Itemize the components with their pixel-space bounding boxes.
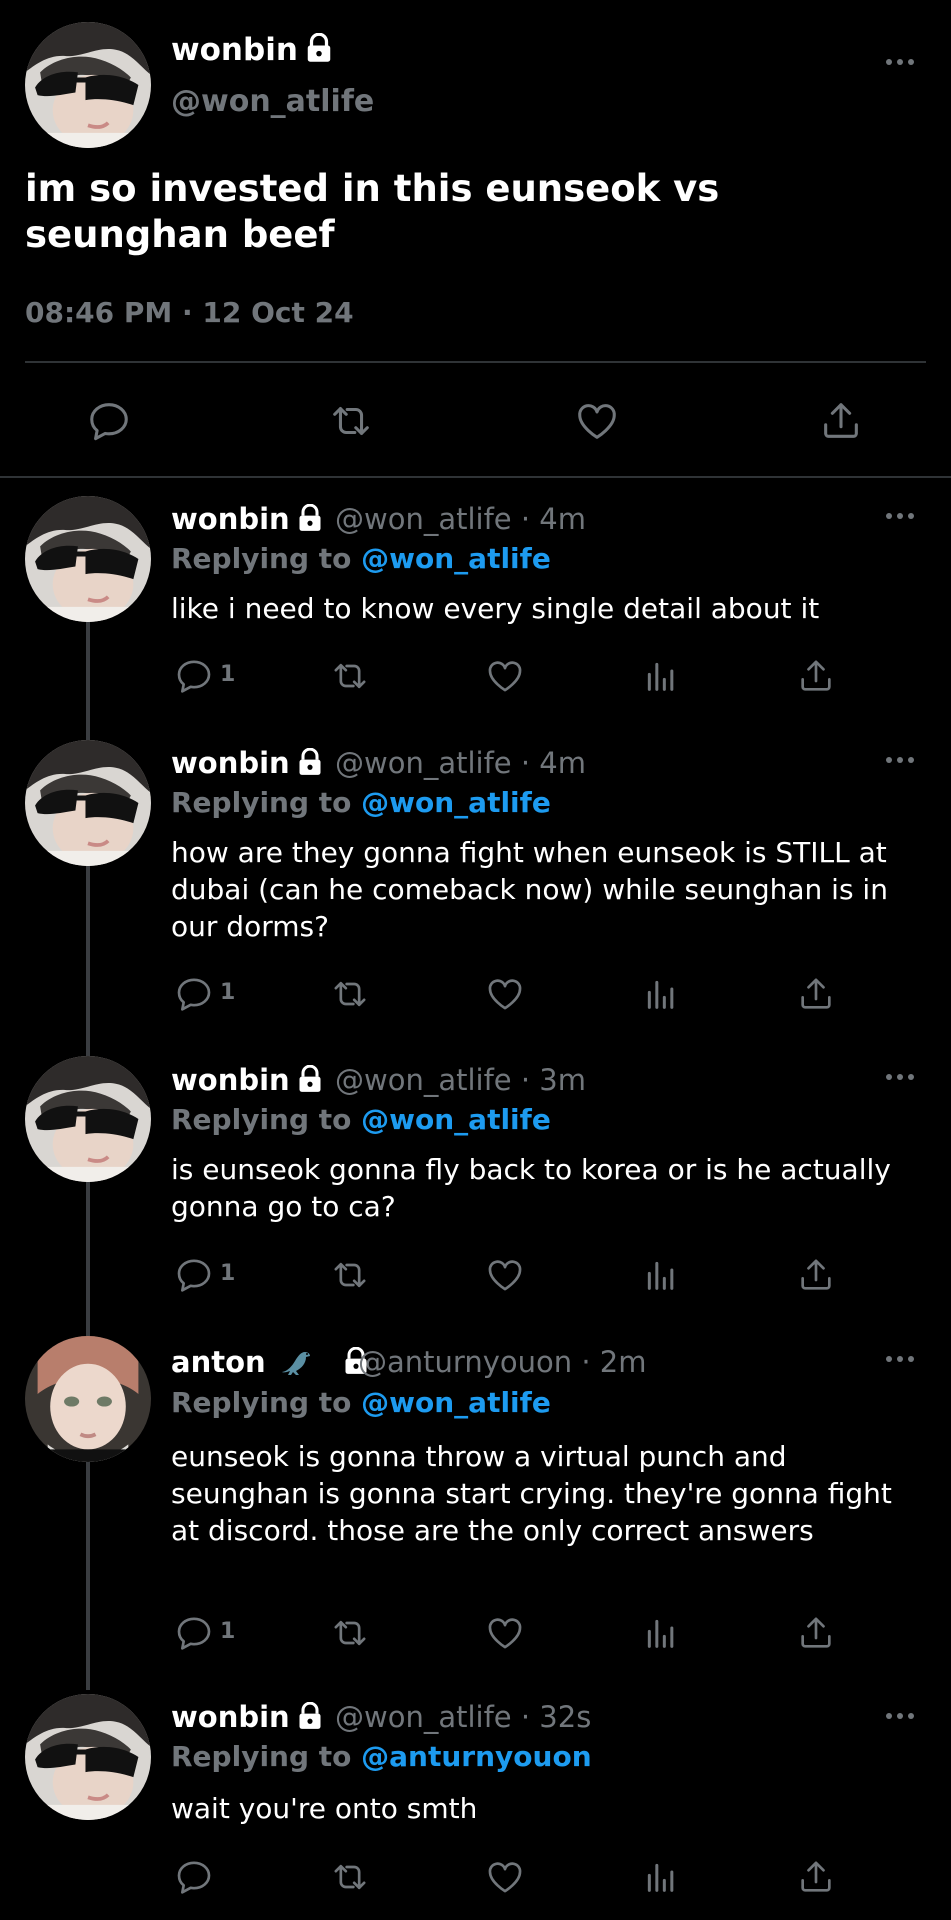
like-icon[interactable] [485,1255,525,1295]
reply-text: wait you're onto smth [171,1792,478,1825]
dinosaur-emoji [281,1352,310,1375]
replying-to: Replying to @won_atlife [171,1386,551,1419]
more-icon[interactable] [884,510,916,522]
replying-to: Replying to @won_atlife [171,1103,551,1136]
more-icon[interactable] [884,56,916,68]
display-name[interactable]: wonbin [171,746,290,780]
handle-time[interactable]: @won_atlife · 4m [335,502,586,536]
share-icon[interactable] [818,398,864,444]
views-icon[interactable] [641,1255,681,1295]
replying-to: Replying to @won_atlife [171,542,551,575]
more-icon[interactable] [884,754,916,766]
reply-text: eunseok is gonna throw a virtual punch a… [171,1440,892,1547]
reply-count: 1 [220,1619,236,1644]
display-name[interactable]: anton [171,1345,266,1379]
retweet-icon[interactable] [330,1613,370,1653]
reply-count: 1 [220,980,236,1005]
avatar[interactable] [25,740,151,866]
reply-text: like i need to know every single detail … [171,592,820,625]
handle[interactable]: @won_atlife [171,84,374,119]
reply-text: is eunseok gonna fly back to korea or is… [171,1153,891,1223]
divider [25,361,926,363]
share-icon[interactable] [796,974,836,1014]
reply-text: how are they gonna fight when eunseok is… [171,836,888,943]
reply-icon[interactable] [174,974,214,1014]
reply-icon[interactable] [174,656,214,696]
display-name[interactable]: wonbin [171,1700,290,1734]
lock-icon [304,33,334,63]
like-icon[interactable] [485,974,525,1014]
display-name[interactable]: wonbin [171,32,298,68]
mention-link[interactable]: @won_atlife [361,786,551,819]
share-icon[interactable] [796,1857,836,1897]
more-icon[interactable] [884,1353,916,1365]
reply-icon[interactable] [174,1613,214,1653]
lock-icon [296,748,324,776]
display-name[interactable]: wonbin [171,502,290,536]
like-icon[interactable] [485,1857,525,1897]
retweet-icon[interactable] [330,656,370,696]
avatar[interactable] [25,1056,151,1182]
mention-link[interactable]: @won_atlife [361,1386,551,1419]
mention-link[interactable]: @anturnyouon [361,1740,591,1773]
more-icon[interactable] [884,1710,916,1722]
handle-time[interactable]: @anturnyouon · 2m [358,1345,646,1379]
handle-time[interactable]: @won_atlife · 32s [335,1700,591,1734]
views-icon[interactable] [641,1857,681,1897]
share-icon[interactable] [796,1613,836,1653]
views-icon[interactable] [641,656,681,696]
mention-link[interactable]: @won_atlife [361,1103,551,1136]
retweet-icon[interactable] [330,1255,370,1295]
like-icon[interactable] [485,1613,525,1653]
views-icon[interactable] [641,974,681,1014]
share-icon[interactable] [796,1255,836,1295]
avatar[interactable] [25,22,151,148]
reply-icon[interactable] [86,398,132,444]
handle-time[interactable]: @won_atlife · 4m [335,746,586,780]
display-name[interactable]: wonbin [171,1063,290,1097]
avatar[interactable] [25,496,151,622]
replying-to: Replying to @won_atlife [171,786,551,819]
avatar[interactable] [25,1694,151,1820]
share-icon[interactable] [796,656,836,696]
reply-icon[interactable] [174,1255,214,1295]
lock-icon [296,1065,324,1093]
more-icon[interactable] [884,1071,916,1083]
lock-icon [296,504,324,532]
handle-time[interactable]: @won_atlife · 3m [335,1063,586,1097]
reply-count: 1 [220,1261,236,1286]
reply-icon[interactable] [174,1857,214,1897]
retweet-icon[interactable] [328,398,374,444]
views-icon[interactable] [641,1613,681,1653]
replying-to: Replying to @anturnyouon [171,1740,592,1773]
divider [0,476,951,478]
like-icon[interactable] [574,398,620,444]
like-icon[interactable] [485,656,525,696]
tweet-text: im so invested in this eunseok vs seungh… [25,167,720,256]
timestamp[interactable]: 08:46 PM · 12 Oct 24 [25,296,354,329]
reply-count: 1 [220,662,236,687]
avatar[interactable] [25,1336,151,1462]
retweet-icon[interactable] [330,974,370,1014]
mention-link[interactable]: @won_atlife [361,542,551,575]
retweet-icon[interactable] [330,1857,370,1897]
lock-icon [296,1702,324,1730]
